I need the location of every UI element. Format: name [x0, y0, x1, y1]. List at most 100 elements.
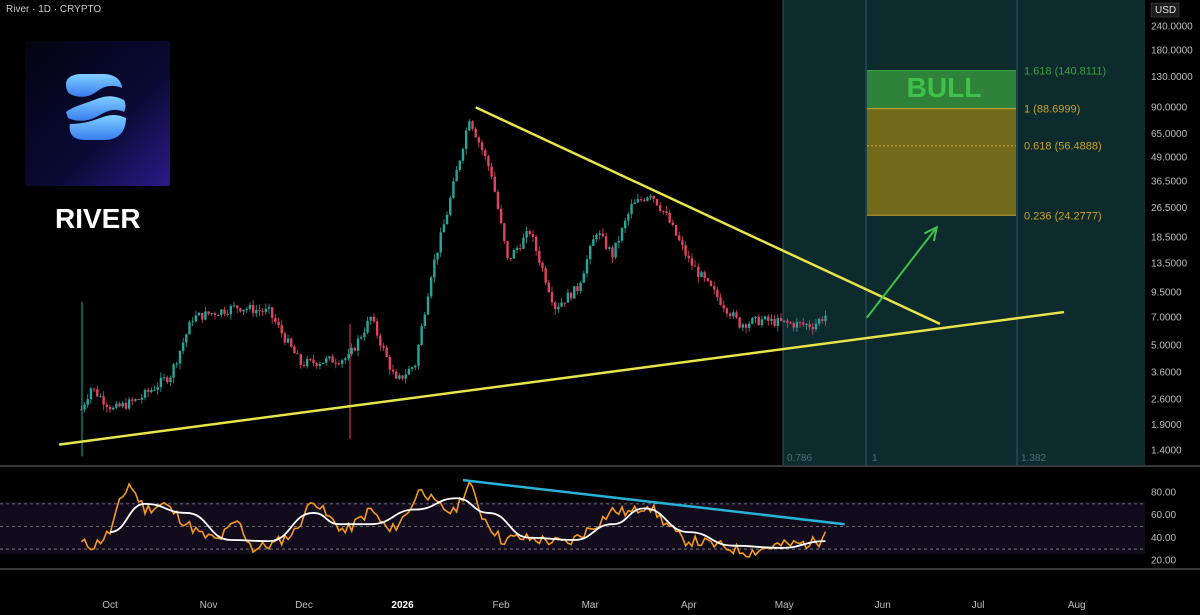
- candle-body: [261, 310, 264, 312]
- candle-body: [369, 316, 372, 321]
- rsi-tick-label: 60.00: [1151, 510, 1176, 521]
- candle-body: [423, 314, 427, 327]
- candle-body: [678, 235, 681, 241]
- candle-body: [274, 317, 277, 322]
- candle-body: [531, 233, 535, 237]
- candle-body: [115, 403, 118, 408]
- candle-body: [159, 377, 163, 387]
- candle-body: [436, 252, 439, 260]
- candle-body: [789, 322, 792, 324]
- candle-body: [582, 273, 586, 283]
- wave-icon: [66, 74, 126, 140]
- candle-body: [614, 242, 617, 258]
- candle-body: [398, 375, 401, 379]
- candle-body: [372, 316, 376, 322]
- candle-body: [468, 121, 471, 131]
- candle-body: [757, 316, 760, 326]
- candle-body: [417, 345, 420, 366]
- candle-body: [270, 307, 274, 318]
- candle-body: [668, 212, 671, 223]
- candle-body: [487, 156, 490, 167]
- fib-zone-gold: [867, 108, 1016, 216]
- candle-body: [560, 302, 563, 307]
- candle-body: [420, 326, 423, 346]
- price-tick-label: 180.0000: [1151, 45, 1193, 56]
- candle-body: [375, 321, 379, 336]
- candle-body: [382, 345, 385, 348]
- candle-body: [595, 235, 598, 240]
- candle-body: [458, 160, 461, 171]
- candle-body: [646, 197, 649, 201]
- symbol-title[interactable]: River · 1D · CRYPTO: [6, 4, 101, 15]
- candle-body: [506, 241, 509, 259]
- candle-body: [490, 166, 493, 177]
- candle-body: [146, 390, 150, 393]
- candle-body: [525, 230, 528, 238]
- candle-body: [779, 318, 783, 321]
- candle-body: [302, 364, 306, 367]
- candle-body: [347, 354, 350, 359]
- candle-body: [162, 377, 166, 379]
- candle-body: [703, 272, 706, 279]
- candle-body: [239, 308, 242, 312]
- candle-body: [92, 388, 96, 390]
- candle-body: [255, 309, 258, 314]
- time-tick-label: Jul: [972, 600, 985, 611]
- candle-body: [404, 374, 407, 379]
- candle-body: [716, 289, 719, 298]
- candle-body: [439, 232, 442, 253]
- candle-body: [426, 296, 430, 315]
- candle-body: [719, 297, 722, 305]
- candle-body: [713, 286, 716, 290]
- candle-body: [127, 399, 131, 409]
- fib-level-label: 0.618 (56.4888): [1024, 141, 1102, 153]
- price-tick-label: 36.5000: [1151, 177, 1188, 188]
- candle-body: [776, 318, 779, 326]
- candle-body: [286, 338, 290, 343]
- time-tick-label: Dec: [295, 600, 313, 611]
- candle-body: [770, 318, 773, 321]
- candle-body: [811, 327, 814, 330]
- candle-body: [385, 347, 388, 357]
- candle-body: [353, 347, 357, 351]
- candle-body: [547, 282, 551, 293]
- rsi-tick-label: 40.00: [1151, 533, 1176, 544]
- candle-body: [499, 208, 503, 224]
- time-tick-label: 2026: [391, 600, 414, 611]
- candle-body: [588, 245, 592, 260]
- time-tick-label: Mar: [582, 600, 600, 611]
- price-tick-label: 240.0000: [1151, 22, 1193, 33]
- candle-body: [290, 338, 293, 347]
- candle-body: [111, 407, 115, 410]
- price-chart[interactable]: 0.786 1 1.382 1.618 (140.8111) 1 (88.6999…: [0, 0, 1200, 615]
- candle-body: [684, 245, 687, 256]
- candle-body: [821, 319, 824, 322]
- candle-body: [569, 292, 573, 299]
- candle-body: [786, 320, 789, 323]
- candle-body: [442, 224, 446, 233]
- candle-body: [216, 314, 220, 316]
- candle-body: [792, 323, 795, 328]
- price-tick-label: 130.0000: [1151, 72, 1193, 83]
- candle-body: [207, 311, 210, 314]
- candle-body: [433, 259, 436, 278]
- candle-body: [204, 311, 207, 320]
- candle-body: [325, 358, 328, 363]
- candle-body: [248, 304, 252, 309]
- candle-body: [185, 334, 188, 343]
- candle-body: [328, 356, 331, 359]
- candle-body: [226, 313, 229, 315]
- candle-body: [528, 230, 531, 234]
- candle-body: [636, 199, 640, 203]
- candle-body: [178, 350, 182, 364]
- candle-body: [172, 364, 175, 378]
- candle-body: [143, 390, 147, 398]
- candle-body: [331, 356, 334, 363]
- candle-body: [515, 248, 519, 251]
- candle-body: [305, 359, 309, 367]
- candle-body: [474, 128, 477, 138]
- price-tick-label: 13.5000: [1151, 259, 1188, 270]
- candle-body: [121, 402, 124, 407]
- candle-body: [102, 396, 105, 405]
- price-tick-label: 26.5000: [1151, 203, 1188, 214]
